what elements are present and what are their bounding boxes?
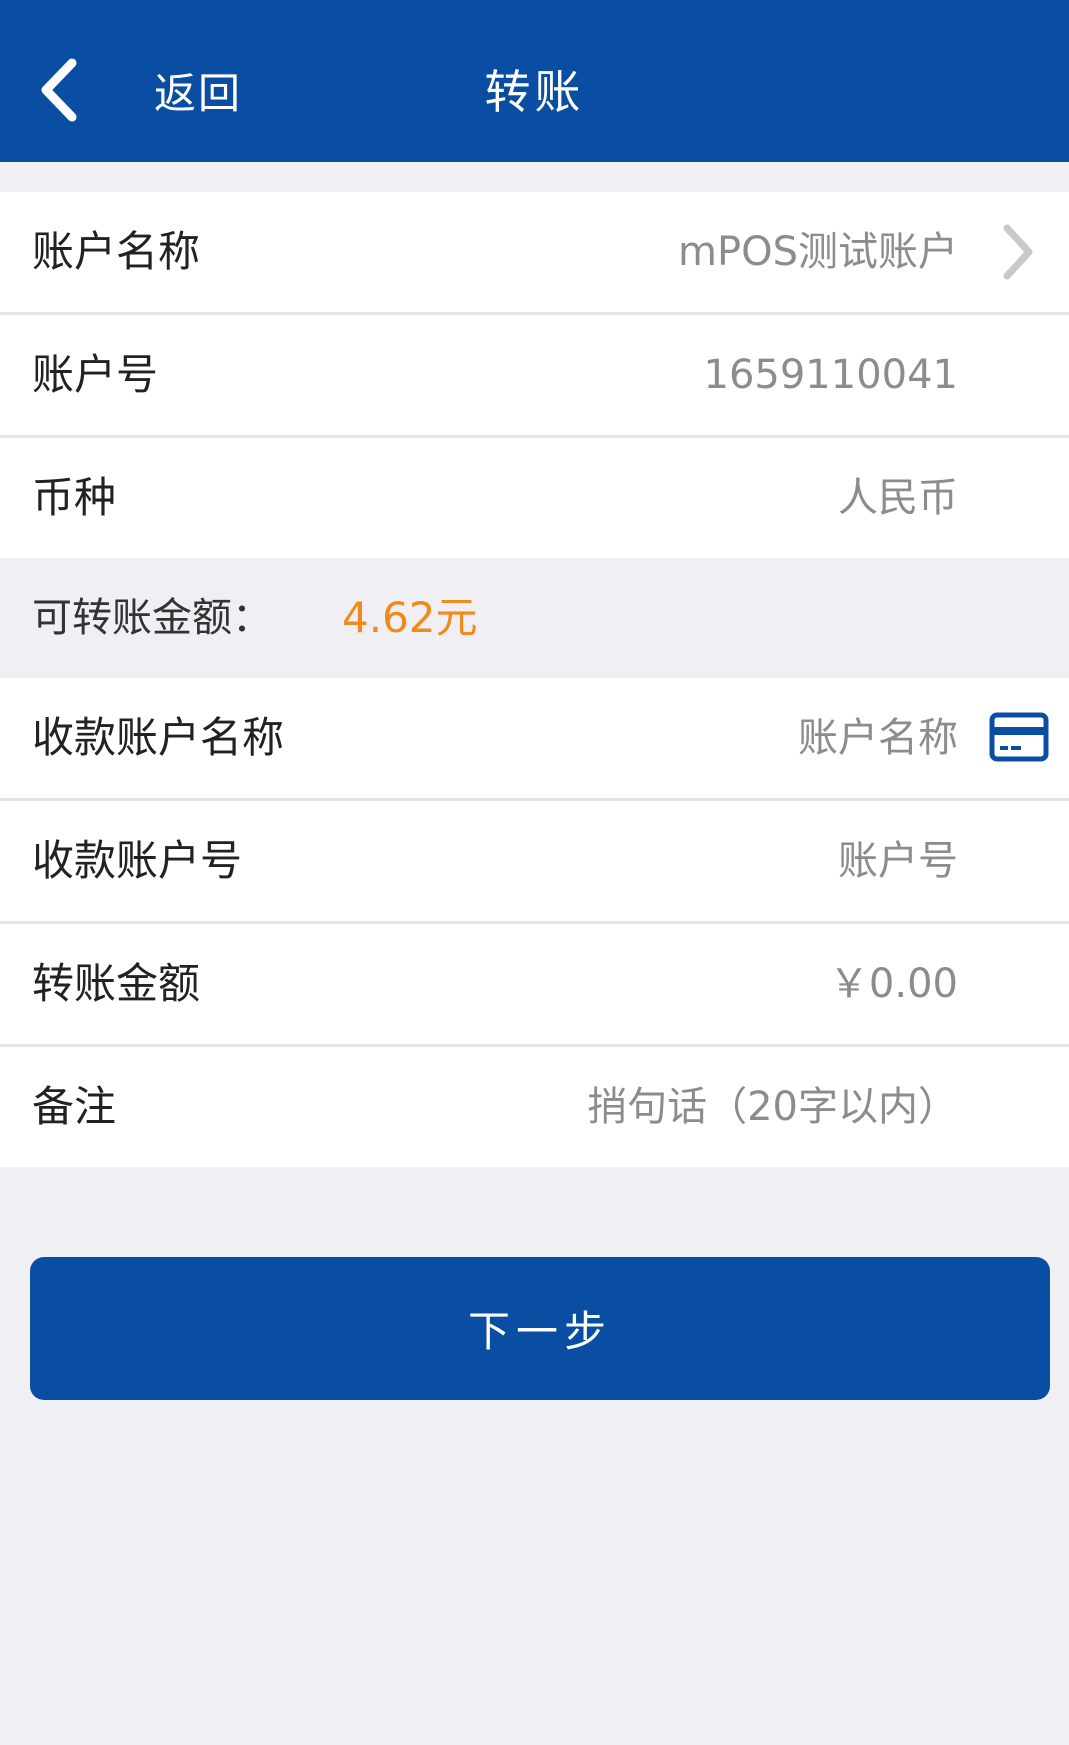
account-name-label: 账户名称	[32, 227, 201, 276]
amount-input[interactable]	[438, 954, 958, 1014]
currency-row: 币种 人民币	[0, 438, 1069, 558]
account-name-row[interactable]: 账户名称 mPOS测试账户	[0, 192, 1069, 312]
available-balance: 可转账金额： 4.62元	[0, 558, 1069, 678]
nav-bar: 返回 转账	[0, 0, 1069, 162]
payee-name-row: 收款账户名称	[0, 678, 1069, 798]
amount-label: 转账金额	[32, 959, 201, 1008]
note-label: 备注	[32, 1082, 117, 1131]
account-name-value: mPOS测试账户	[678, 229, 958, 275]
account-number-row: 账户号 1659110041	[0, 315, 1069, 435]
available-balance-label: 可转账金额：	[32, 595, 272, 641]
next-step-button[interactable]: 下一步	[30, 1257, 1050, 1400]
payee-number-input[interactable]	[438, 831, 958, 891]
currency-value: 人民币	[838, 475, 958, 521]
back-button[interactable]: 返回	[34, 50, 242, 130]
chevron-left-icon	[41, 58, 77, 122]
note-input[interactable]	[438, 1077, 958, 1137]
note-row: 备注	[0, 1047, 1069, 1167]
back-label: 返回	[154, 68, 243, 118]
account-number-label: 账户号	[32, 350, 159, 399]
bank-card-icon[interactable]	[989, 712, 1049, 762]
payee-number-row: 收款账户号	[0, 801, 1069, 921]
currency-label: 币种	[32, 473, 117, 522]
available-balance-value: 4.62元	[342, 593, 478, 642]
chevron-right-icon	[1003, 224, 1033, 280]
payee-name-label: 收款账户名称	[32, 713, 285, 762]
account-number-value: 1659110041	[703, 352, 959, 398]
amount-row: 转账金额	[0, 924, 1069, 1044]
payee-number-label: 收款账户号	[32, 836, 243, 885]
payee-name-input[interactable]	[438, 708, 958, 768]
